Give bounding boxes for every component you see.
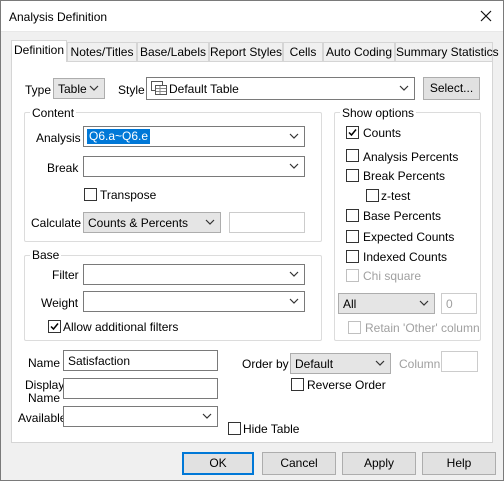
all-select[interactable]: All	[338, 293, 435, 314]
chevron-down-icon	[200, 409, 214, 423]
available-label: Available	[18, 411, 67, 425]
allow-filters-label: Allow additional filters	[63, 320, 179, 334]
break-select[interactable]	[83, 156, 305, 177]
cancel-button[interactable]: Cancel	[262, 452, 336, 475]
indexed-counts-label: Indexed Counts	[363, 250, 448, 264]
name-value: Satisfaction	[68, 354, 131, 368]
all-number-field[interactable]: 0	[441, 293, 477, 314]
chevron-down-icon	[203, 215, 217, 229]
tab-report-styles[interactable]: Report Styles	[209, 42, 283, 62]
filter-select[interactable]	[83, 264, 305, 285]
base-percents-label: Base Percents	[363, 209, 442, 223]
chi-square-checkbox[interactable]	[346, 269, 359, 282]
calculate-value: Counts & Percents	[88, 216, 189, 230]
apply-button[interactable]: Apply	[342, 452, 416, 475]
type-value: Table	[58, 82, 87, 96]
retain-other-label: Retain 'Other' column	[365, 321, 480, 335]
order-by-label: Order by	[242, 357, 289, 371]
tab-notes-titles[interactable]: Notes/Titles	[67, 42, 137, 62]
show-options-legend: Show options	[340, 106, 417, 120]
chevron-down-icon	[287, 129, 301, 143]
expected-counts-checkbox[interactable]	[346, 230, 359, 243]
column-field[interactable]	[441, 351, 478, 372]
allow-filters-checkbox[interactable]	[48, 320, 61, 333]
chevron-down-icon	[87, 81, 101, 95]
chevron-down-icon	[417, 296, 431, 310]
window-title: Analysis Definition	[9, 10, 108, 24]
indexed-counts-checkbox[interactable]	[346, 250, 359, 263]
display-name-field[interactable]	[63, 378, 218, 399]
tab-definition[interactable]: Definition	[11, 40, 67, 62]
select-button[interactable]: Select...	[423, 77, 480, 100]
close-icon[interactable]	[473, 4, 499, 28]
style-label: Style	[118, 83, 145, 97]
calculate-label: Calculate	[31, 216, 82, 230]
tab-cells[interactable]: Cells	[283, 42, 323, 62]
counts-checkbox[interactable]	[346, 126, 359, 139]
weight-label: Weight	[41, 296, 79, 310]
calculate-extra-field[interactable]	[229, 212, 305, 233]
style-value: Default Table	[169, 82, 239, 96]
expected-counts-label: Expected Counts	[363, 230, 455, 244]
chevron-down-icon	[287, 159, 301, 173]
transpose-checkbox[interactable]	[84, 188, 97, 201]
chevron-down-icon	[373, 356, 387, 370]
analysis-percents-checkbox[interactable]	[346, 149, 359, 162]
analysis-label: Analysis	[36, 131, 81, 145]
base-legend: Base	[30, 248, 62, 262]
display-name-label-line2: Name	[28, 391, 61, 405]
type-label: Type	[25, 83, 52, 97]
checkmark-icon	[50, 323, 59, 331]
chevron-down-icon	[397, 81, 411, 95]
break-percents-checkbox[interactable]	[346, 169, 359, 182]
hide-table-checkbox[interactable]	[228, 422, 241, 435]
name-field[interactable]: Satisfaction	[63, 350, 218, 371]
calculate-select[interactable]: Counts & Percents	[83, 212, 221, 233]
reverse-order-label: Reverse Order	[307, 378, 386, 392]
chi-square-label: Chi square	[363, 269, 422, 283]
hide-table-label: Hide Table	[243, 422, 300, 436]
column-label: Column	[399, 357, 441, 371]
title-bar: Analysis Definition	[1, 1, 503, 32]
all-number-value: 0	[446, 297, 453, 311]
retain-other-checkbox[interactable]	[348, 321, 361, 334]
style-select[interactable]: Default Table	[146, 77, 415, 100]
order-by-select[interactable]: Default	[290, 353, 391, 374]
z-test-checkbox[interactable]	[366, 189, 379, 202]
filter-label: Filter	[52, 268, 79, 282]
type-select[interactable]: Table	[53, 78, 105, 99]
analysis-definition-dialog: Analysis Definition Definition Notes/Tit…	[0, 0, 504, 481]
chevron-down-icon	[287, 294, 301, 308]
z-test-label: z-test	[381, 189, 411, 203]
content-legend: Content	[30, 106, 77, 120]
analysis-select[interactable]: Q6.a~Q6.e	[83, 126, 305, 147]
tab-summary-statistics[interactable]: Summary Statistics	[395, 42, 499, 62]
break-percents-label: Break Percents	[363, 169, 446, 183]
analysis-percents-label: Analysis Percents	[363, 150, 459, 164]
checkmark-icon	[348, 129, 357, 137]
table-style-icon	[151, 81, 167, 95]
available-select[interactable]	[63, 406, 218, 427]
display-name-label-line1: Display	[25, 378, 65, 392]
reverse-order-checkbox[interactable]	[291, 378, 304, 391]
transpose-label: Transpose	[100, 188, 157, 202]
break-label: Break	[47, 161, 79, 175]
order-by-value: Default	[295, 357, 334, 371]
name-label: Name	[28, 356, 61, 370]
ok-button[interactable]: OK	[182, 452, 254, 475]
chevron-down-icon	[287, 267, 301, 281]
tab-auto-coding[interactable]: Auto Coding	[323, 42, 395, 62]
analysis-value: Q6.a~Q6.e	[87, 129, 151, 144]
base-percents-checkbox[interactable]	[346, 209, 359, 222]
help-button[interactable]: Help	[422, 452, 496, 475]
weight-select[interactable]	[83, 291, 305, 312]
all-value: All	[343, 297, 357, 311]
tab-base-labels[interactable]: Base/Labels	[137, 42, 209, 62]
counts-label: Counts	[363, 126, 402, 140]
